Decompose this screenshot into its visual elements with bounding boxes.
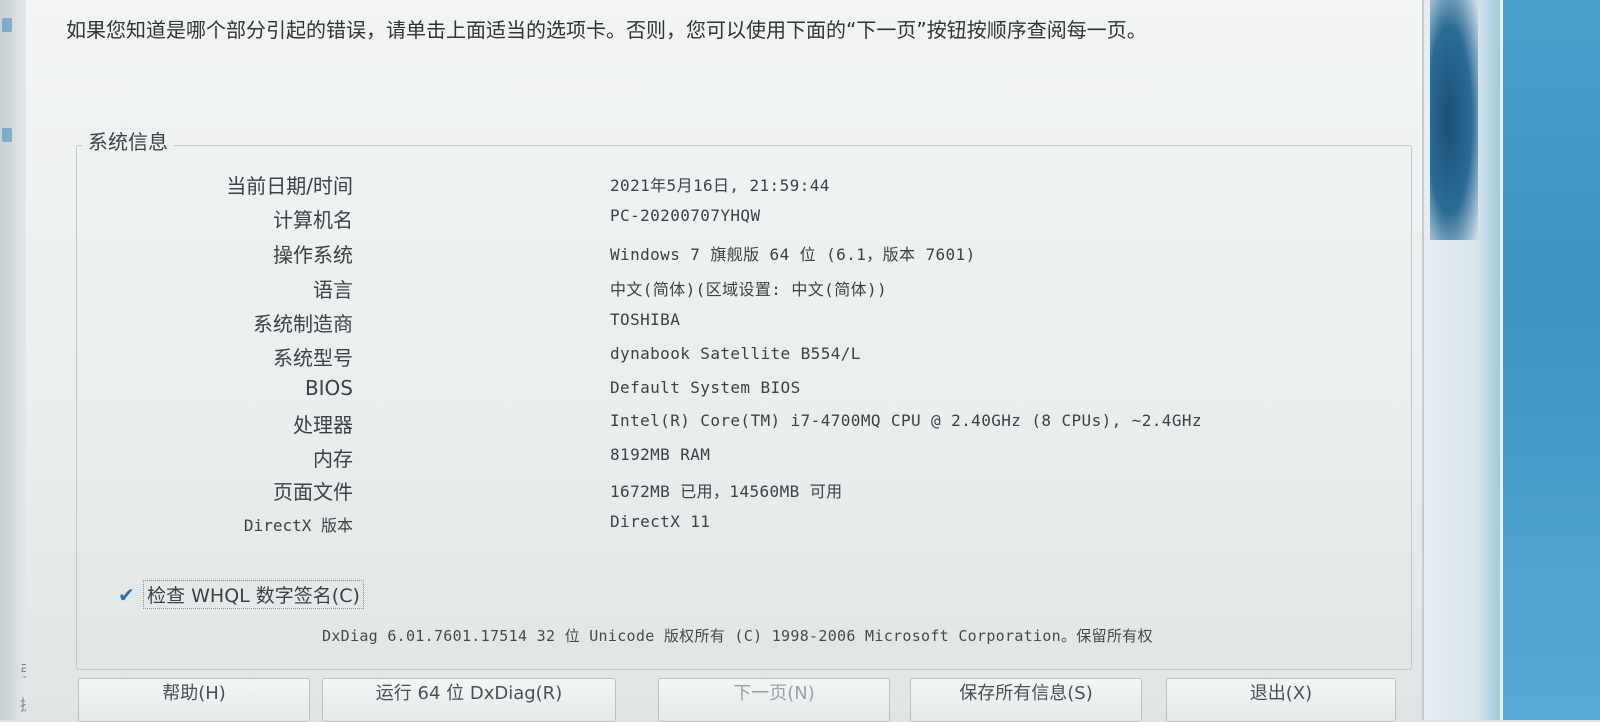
checkmark-icon[interactable]: ✔ xyxy=(118,583,138,607)
info-value: Intel(R) Core(TM) i7-4700MQ CPU @ 2.40GH… xyxy=(610,411,1202,430)
info-row-os: 操作系统 Windows 7 旗舰版 64 位 (6.1，版本 7601) xyxy=(86,239,1406,269)
info-label: 操作系统 xyxy=(273,243,353,267)
info-value: 2021年5月16日, 21:59:44 xyxy=(610,176,830,195)
system-info-title: 系统信息 xyxy=(82,126,174,155)
desktop-wallpaper-shape xyxy=(1430,0,1478,240)
version-copyright-text: DxDiag 6.01.7601.17514 32 位 Unicode 版权所有… xyxy=(322,627,1153,645)
info-row-memory: 内存 8192MB RAM xyxy=(86,443,1406,473)
run-64bit-dxdiag-button[interactable]: 运行 64 位 DxDiag(R) xyxy=(322,678,616,722)
info-value: PC-20200707YHQW xyxy=(610,206,761,225)
dxdiag-system-tab: 如果您知道是哪个部分引起的错误，请单击上面适当的选项卡。否则，您可以使用下面的“… xyxy=(26,0,1424,722)
info-row-bios: BIOS Default System BIOS xyxy=(86,376,1406,406)
info-label: 处理器 xyxy=(293,413,353,437)
info-value: TOSHIBA xyxy=(610,310,681,329)
info-value: 中文(简体)(区域设置: 中文(简体)) xyxy=(610,280,888,299)
info-label: BIOS xyxy=(304,376,353,400)
save-all-info-button[interactable]: 保存所有信息(S) xyxy=(910,678,1142,722)
info-label: 系统型号 xyxy=(273,346,353,370)
whql-checkbox[interactable]: ✔ 检查 WHQL 数字签名(C) xyxy=(118,580,364,609)
background-window-edge xyxy=(1500,0,1600,720)
exit-button[interactable]: 退出(X) xyxy=(1166,678,1396,722)
info-value: DirectX 11 xyxy=(610,512,711,531)
info-value: 1672MB 已用，14560MB 可用 xyxy=(610,482,843,501)
info-label: 语言 xyxy=(313,278,353,302)
info-row-language: 语言 中文(简体)(区域设置: 中文(简体)) xyxy=(86,274,1406,304)
info-label: 内存 xyxy=(313,447,353,471)
info-row-model: 系统型号 dynabook Satellite B554/L xyxy=(86,342,1406,372)
info-label: 计算机名 xyxy=(273,208,353,232)
whql-checkbox-label[interactable]: 检查 WHQL 数字签名(C) xyxy=(143,580,364,609)
info-label: 当前日期/时间 xyxy=(226,174,353,198)
next-page-button[interactable]: 下一页(N) xyxy=(658,678,890,722)
info-label: DirectX 版本 xyxy=(243,516,353,535)
info-row-datetime: 当前日期/时间 2021年5月16日, 21:59:44 xyxy=(86,170,1406,200)
info-value: dynabook Satellite B554/L xyxy=(610,344,861,363)
info-row-directx: DirectX 版本 DirectX 11 xyxy=(86,510,1406,540)
info-label: 页面文件 xyxy=(273,480,353,504)
info-value: Windows 7 旗舰版 64 位 (6.1，版本 7601) xyxy=(610,245,976,264)
info-value: Default System BIOS xyxy=(610,378,801,397)
desktop-shortcut-icon[interactable] xyxy=(2,128,12,142)
desktop-shortcut-icon[interactable] xyxy=(2,18,12,32)
help-button[interactable]: 帮助(H) xyxy=(78,678,310,722)
info-row-processor: 处理器 Intel(R) Core(TM) i7-4700MQ CPU @ 2.… xyxy=(86,409,1406,439)
instruction-text: 如果您知道是哪个部分引起的错误，请单击上面适当的选项卡。否则，您可以使用下面的“… xyxy=(66,18,1147,42)
info-row-computer-name: 计算机名 PC-20200707YHQW xyxy=(86,204,1406,234)
info-row-page-file: 页面文件 1672MB 已用，14560MB 可用 xyxy=(86,476,1406,506)
info-label: 系统制造商 xyxy=(253,312,353,336)
info-value: 8192MB RAM xyxy=(610,445,711,464)
info-row-manufacturer: 系统制造商 TOSHIBA xyxy=(86,308,1406,338)
